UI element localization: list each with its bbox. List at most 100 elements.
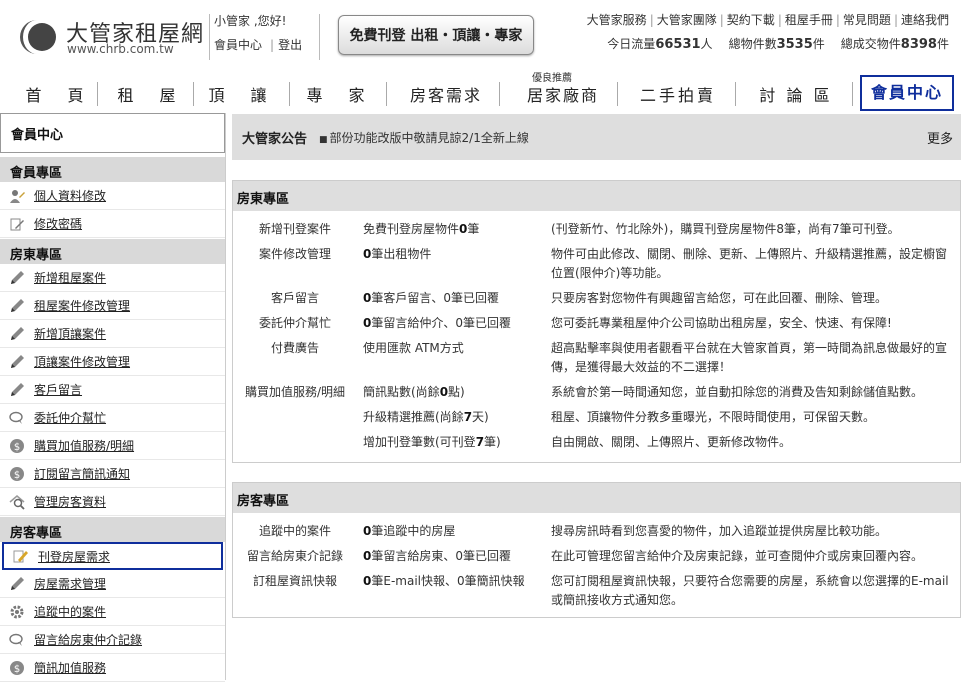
nav-expert[interactable]: 專 家	[302, 82, 374, 106]
header-divider	[319, 14, 320, 60]
top-link-contract[interactable]: 契約下載	[727, 13, 775, 27]
logo-url: www.chrb.com.tw	[67, 42, 174, 56]
top-link-service[interactable]: 大管家服務	[587, 13, 647, 27]
row-label[interactable]: 案件修改管理	[233, 242, 357, 286]
pencil-icon	[8, 215, 26, 233]
table-row: 追蹤中的案件 0筆追蹤中的房屋 搜尋房訊時看到您喜愛的物件，加入追蹤並提供房屋比…	[233, 519, 960, 544]
table-row: 付費廣告 使用匯款 ATM方式 超高點擊率與使用者觀看平台就在大管家首頁，第一時…	[233, 336, 960, 380]
sidebar-item-label: 頂讓案件修改管理	[34, 355, 131, 369]
sidebar-item-agent[interactable]: 委託仲介幫忙	[0, 404, 225, 432]
logo-mark-icon	[20, 20, 56, 54]
pencil-icon	[8, 269, 26, 287]
sidebar-item-password[interactable]: 修改密碼	[0, 210, 225, 238]
landlord-table: 新增刊登案件 免費刊登房屋物件0筆 (刊登新竹、竹北除外)，購買刊登房屋物件8筆…	[233, 217, 960, 455]
row-description: 搜尋房訊時看到您喜愛的物件，加入追蹤並提供房屋比較功能。	[551, 524, 888, 538]
nav-transfer[interactable]: 頂 讓	[205, 82, 275, 106]
nav-auction[interactable]: 二手拍賣	[628, 82, 728, 106]
nav-home-vendors[interactable]: 居家廠商	[514, 82, 612, 106]
row-status: 使用匯款 ATM方式	[363, 341, 464, 355]
site-stats: 今日流量66531人 總物件數3535件 總成交物件8398件	[607, 35, 949, 52]
sidebar-item-label: 管理房客資料	[34, 495, 107, 509]
sidebar-item-sms-subscribe[interactable]: $ 訂閱留言簡訊通知	[0, 460, 225, 488]
sidebar-item-label: 新增頂讓案件	[34, 327, 107, 341]
row-label[interactable]: 訂租屋資訊快報	[233, 569, 357, 613]
chat-bubble-icon	[8, 631, 26, 649]
member-center-link[interactable]: 會員中心	[214, 38, 262, 52]
top-link-handbook[interactable]: 租屋手冊	[785, 13, 833, 27]
row-description: 租屋、頂讓物件分教多重曝光，不限時間使用，可保留天數。	[551, 410, 876, 424]
sidebar-item-label: 修改密碼	[34, 217, 83, 231]
svg-text:$: $	[14, 664, 20, 675]
svg-text:$: $	[14, 470, 20, 481]
traffic-value: 66531	[655, 37, 701, 52]
row-status: 0筆E-mail快報、0筆簡訊快報	[363, 574, 525, 588]
sidebar-item-label: 客戶留言	[34, 383, 83, 397]
nav-divider	[97, 82, 98, 106]
deals-value: 8398	[900, 37, 937, 52]
row-label[interactable]: 追蹤中的案件	[233, 519, 357, 544]
main-content: 大管家公告 ■ 部份功能改版中敬請見諒2/1全新上線 更多	[232, 114, 961, 160]
row-label[interactable]: 付費廣告	[233, 336, 357, 380]
row-label[interactable]: 購買加值服務/明細	[233, 380, 357, 405]
top-links: 大管家服務 | 大管家團隊 | 契約下載 | 租屋手冊 | 常見問題 | 連絡我們	[586, 13, 949, 27]
sidebar-item-tenant-data[interactable]: 管理房客資料	[0, 488, 225, 516]
free-post-button[interactable]: 免費刊登 出租・頂讓・專家	[338, 15, 534, 55]
sidebar-item-post-need[interactable]: 刊登房屋需求	[2, 542, 223, 570]
row-label[interactable]: 留言給房東介記錄	[233, 544, 357, 569]
sidebar-item-profile[interactable]: 個人資料修改	[0, 182, 225, 210]
row-status: 0筆出租物件	[363, 247, 432, 261]
search-icon	[8, 493, 26, 511]
row-status: 0筆留言給仲介、0筆已回覆	[363, 316, 511, 330]
svg-text:$: $	[14, 442, 20, 453]
deals-label: 總成交物件	[840, 37, 901, 51]
sidebar-item-message-log[interactable]: 留言給房東仲介記錄	[0, 626, 225, 654]
row-status: 升級精選推薦(尚餘7天)	[363, 410, 489, 424]
sidebar-item-manage-rental[interactable]: 租屋案件修改管理	[0, 292, 225, 320]
tenant-panel-title: 房客專區	[233, 483, 960, 513]
main-nav: 首 頁 租 屋 頂 讓 專 家 房客需求 居家廠商 二手拍賣 討 論 區 會員中…	[0, 72, 961, 114]
table-row: 升級精選推薦(尚餘7天) 租屋、頂讓物件分教多重曝光，不限時間使用，可保留天數。	[233, 405, 960, 430]
table-row: 購買加值服務/明細 簡訊點數(尚餘0點) 系統會於第一時間通知您，並自動扣除您的…	[233, 380, 960, 405]
row-label[interactable]: 委託仲介幫忙	[233, 311, 357, 336]
sidebar-item-manage-need[interactable]: 房屋需求管理	[0, 570, 225, 598]
user-edit-icon	[8, 187, 26, 205]
pencil-icon	[8, 297, 26, 315]
traffic-unit: 人	[700, 37, 713, 51]
top-link-faq[interactable]: 常見問題	[843, 13, 891, 27]
sidebar-item-add-rental[interactable]: 新增租屋案件	[0, 264, 225, 292]
nav-divider	[617, 82, 618, 106]
sidebar: 會員中心 會員專區 個人資料修改 修改密碼 房東專區 新增租屋案件 租屋案件修改…	[0, 113, 226, 682]
nav-divider	[499, 82, 500, 106]
gear-icon	[8, 603, 26, 621]
nav-divider	[735, 82, 736, 106]
top-link-team[interactable]: 大管家團隊	[657, 13, 717, 27]
nav-home[interactable]: 首 頁	[18, 82, 96, 106]
table-row: 新增刊登案件 免費刊登房屋物件0筆 (刊登新竹、竹北除外)，購買刊登房屋物件8筆…	[233, 217, 960, 242]
row-label[interactable]: 新增刊登案件	[233, 217, 357, 242]
row-description: 自由開啟、關閉、上傳照片、更新修改物件。	[551, 435, 792, 449]
site-logo[interactable]: 大管家租屋網 www.chrb.com.tw	[14, 14, 208, 60]
sidebar-item-buy-services[interactable]: $ 購買加值服務/明細	[0, 432, 225, 460]
nav-rent[interactable]: 租 屋	[110, 82, 188, 106]
nav-divider	[852, 82, 853, 106]
sidebar-item-manage-transfer[interactable]: 頂讓案件修改管理	[0, 348, 225, 376]
tenant-table: 追蹤中的案件 0筆追蹤中的房屋 搜尋房訊時看到您喜愛的物件，加入追蹤並提供房屋比…	[233, 519, 960, 613]
row-label[interactable]: 客戶留言	[233, 286, 357, 311]
logout-link[interactable]: 登出	[278, 38, 302, 52]
sidebar-item-label: 個人資料修改	[34, 189, 107, 203]
row-description: 您可委託專業租屋仲介公司協助出租房屋，安全、快速、有保障!	[551, 316, 892, 330]
sidebar-section-member: 會員專區	[0, 156, 225, 182]
announcement-message[interactable]: ■ 部份功能改版中敬請見諒2/1全新上線	[319, 129, 529, 146]
sidebar-item-add-transfer[interactable]: 新增頂讓案件	[0, 320, 225, 348]
sidebar-item-tracking[interactable]: 追蹤中的案件	[0, 598, 225, 626]
announcement-more-link[interactable]: 更多	[927, 128, 953, 147]
sidebar-item-label: 新增租屋案件	[34, 271, 107, 285]
nav-tenant-needs[interactable]: 房客需求	[398, 82, 494, 106]
nav-member-center[interactable]: 會員中心	[860, 75, 954, 111]
sidebar-item-messages[interactable]: 客戶留言	[0, 376, 225, 404]
nav-forum[interactable]: 討 論 區	[748, 82, 844, 106]
top-link-contact[interactable]: 連絡我們	[901, 13, 949, 27]
sidebar-item-sms-service[interactable]: $ 簡訊加值服務	[0, 654, 225, 682]
announcement-bar: 大管家公告 ■ 部份功能改版中敬請見諒2/1全新上線 更多	[232, 114, 961, 160]
sidebar-item-label: 刊登房屋需求	[38, 549, 111, 564]
